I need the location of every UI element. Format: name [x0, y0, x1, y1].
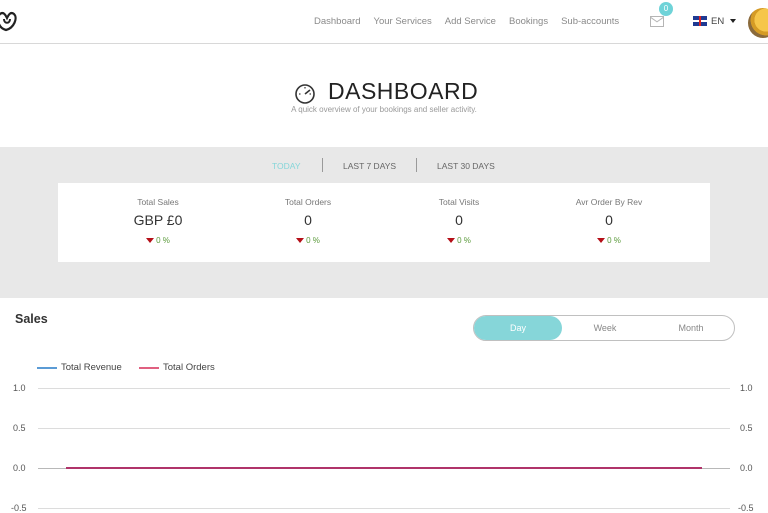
- toggle-week[interactable]: Week: [562, 316, 648, 340]
- legend-total-revenue[interactable]: Total Revenue: [61, 362, 122, 373]
- legend-swatch-revenue: [37, 367, 57, 369]
- brand-logo[interactable]: [0, 8, 20, 34]
- sales-heading: Sales: [15, 312, 48, 326]
- divider: [322, 158, 323, 172]
- stat-value: 0: [455, 212, 463, 228]
- nav-sub-accounts[interactable]: Sub-accounts: [561, 16, 619, 27]
- stat-label: Total Orders: [284, 197, 332, 207]
- stat-value: 0: [304, 212, 312, 228]
- y-tick-right: 0.0: [740, 463, 753, 473]
- chevron-down-icon[interactable]: [730, 19, 736, 23]
- speedometer-icon: [295, 84, 315, 104]
- legend-swatch-orders: [139, 367, 159, 369]
- range-toggle: Day Week Month: [473, 315, 735, 341]
- decrease-arrow-icon: [447, 238, 456, 243]
- decrease-arrow-icon: [296, 238, 305, 243]
- nav-add-service[interactable]: Add Service: [445, 16, 496, 27]
- tab-last-30-days[interactable]: LAST 30 DAYS: [437, 161, 495, 171]
- nav-links: Dashboard Your Services Add Service Book…: [314, 16, 632, 27]
- y-tick-left: 1.0: [13, 383, 26, 393]
- toggle-month[interactable]: Month: [648, 316, 734, 340]
- stat-change: 0 %: [529, 236, 689, 245]
- y-tick-left: 0.0: [13, 463, 26, 473]
- stat-change: 0 %: [228, 236, 388, 245]
- gridline: [38, 388, 730, 389]
- nav-dashboard[interactable]: Dashboard: [314, 16, 360, 27]
- decrease-arrow-icon: [597, 238, 606, 243]
- avatar[interactable]: [748, 8, 768, 38]
- y-tick-left: 0.5: [13, 423, 26, 433]
- divider: [416, 158, 417, 172]
- stat-change: 0 %: [379, 236, 539, 245]
- series-line-total-orders: [66, 467, 702, 469]
- stat-value: 0: [605, 212, 613, 228]
- top-navbar: Dashboard Your Services Add Service Book…: [0, 0, 768, 44]
- uk-flag-icon[interactable]: [693, 16, 707, 26]
- tab-today[interactable]: TODAY: [272, 161, 301, 171]
- y-tick-right: 1.0: [740, 383, 753, 393]
- gridline: [38, 428, 730, 429]
- nav-bookings[interactable]: Bookings: [509, 16, 548, 27]
- stat-change: 0 %: [78, 236, 238, 245]
- stats-cards: Total Sales GBP £0 0 % Total Orders 0 0 …: [58, 183, 710, 262]
- mail-count-badge: 0: [659, 2, 673, 16]
- toggle-day[interactable]: Day: [474, 316, 562, 340]
- mail-icon[interactable]: [650, 16, 664, 27]
- y-tick-right: 0.5: [740, 423, 753, 433]
- stat-label: Avr Order By Rev: [575, 197, 643, 207]
- gridline: [38, 508, 730, 509]
- tab-last-7-days[interactable]: LAST 7 DAYS: [343, 161, 396, 171]
- nav-your-services[interactable]: Your Services: [373, 16, 431, 27]
- stat-label: Total Visits: [438, 197, 480, 207]
- decrease-arrow-icon: [146, 238, 155, 243]
- stat-label: Total Sales: [137, 197, 179, 207]
- language-selector[interactable]: EN: [711, 16, 724, 27]
- legend-total-orders[interactable]: Total Orders: [163, 362, 215, 373]
- page-subtitle: A quick overview of your bookings and se…: [291, 105, 477, 114]
- page-title: DASHBOARD: [328, 78, 479, 104]
- stat-value: GBP £0: [133, 212, 183, 228]
